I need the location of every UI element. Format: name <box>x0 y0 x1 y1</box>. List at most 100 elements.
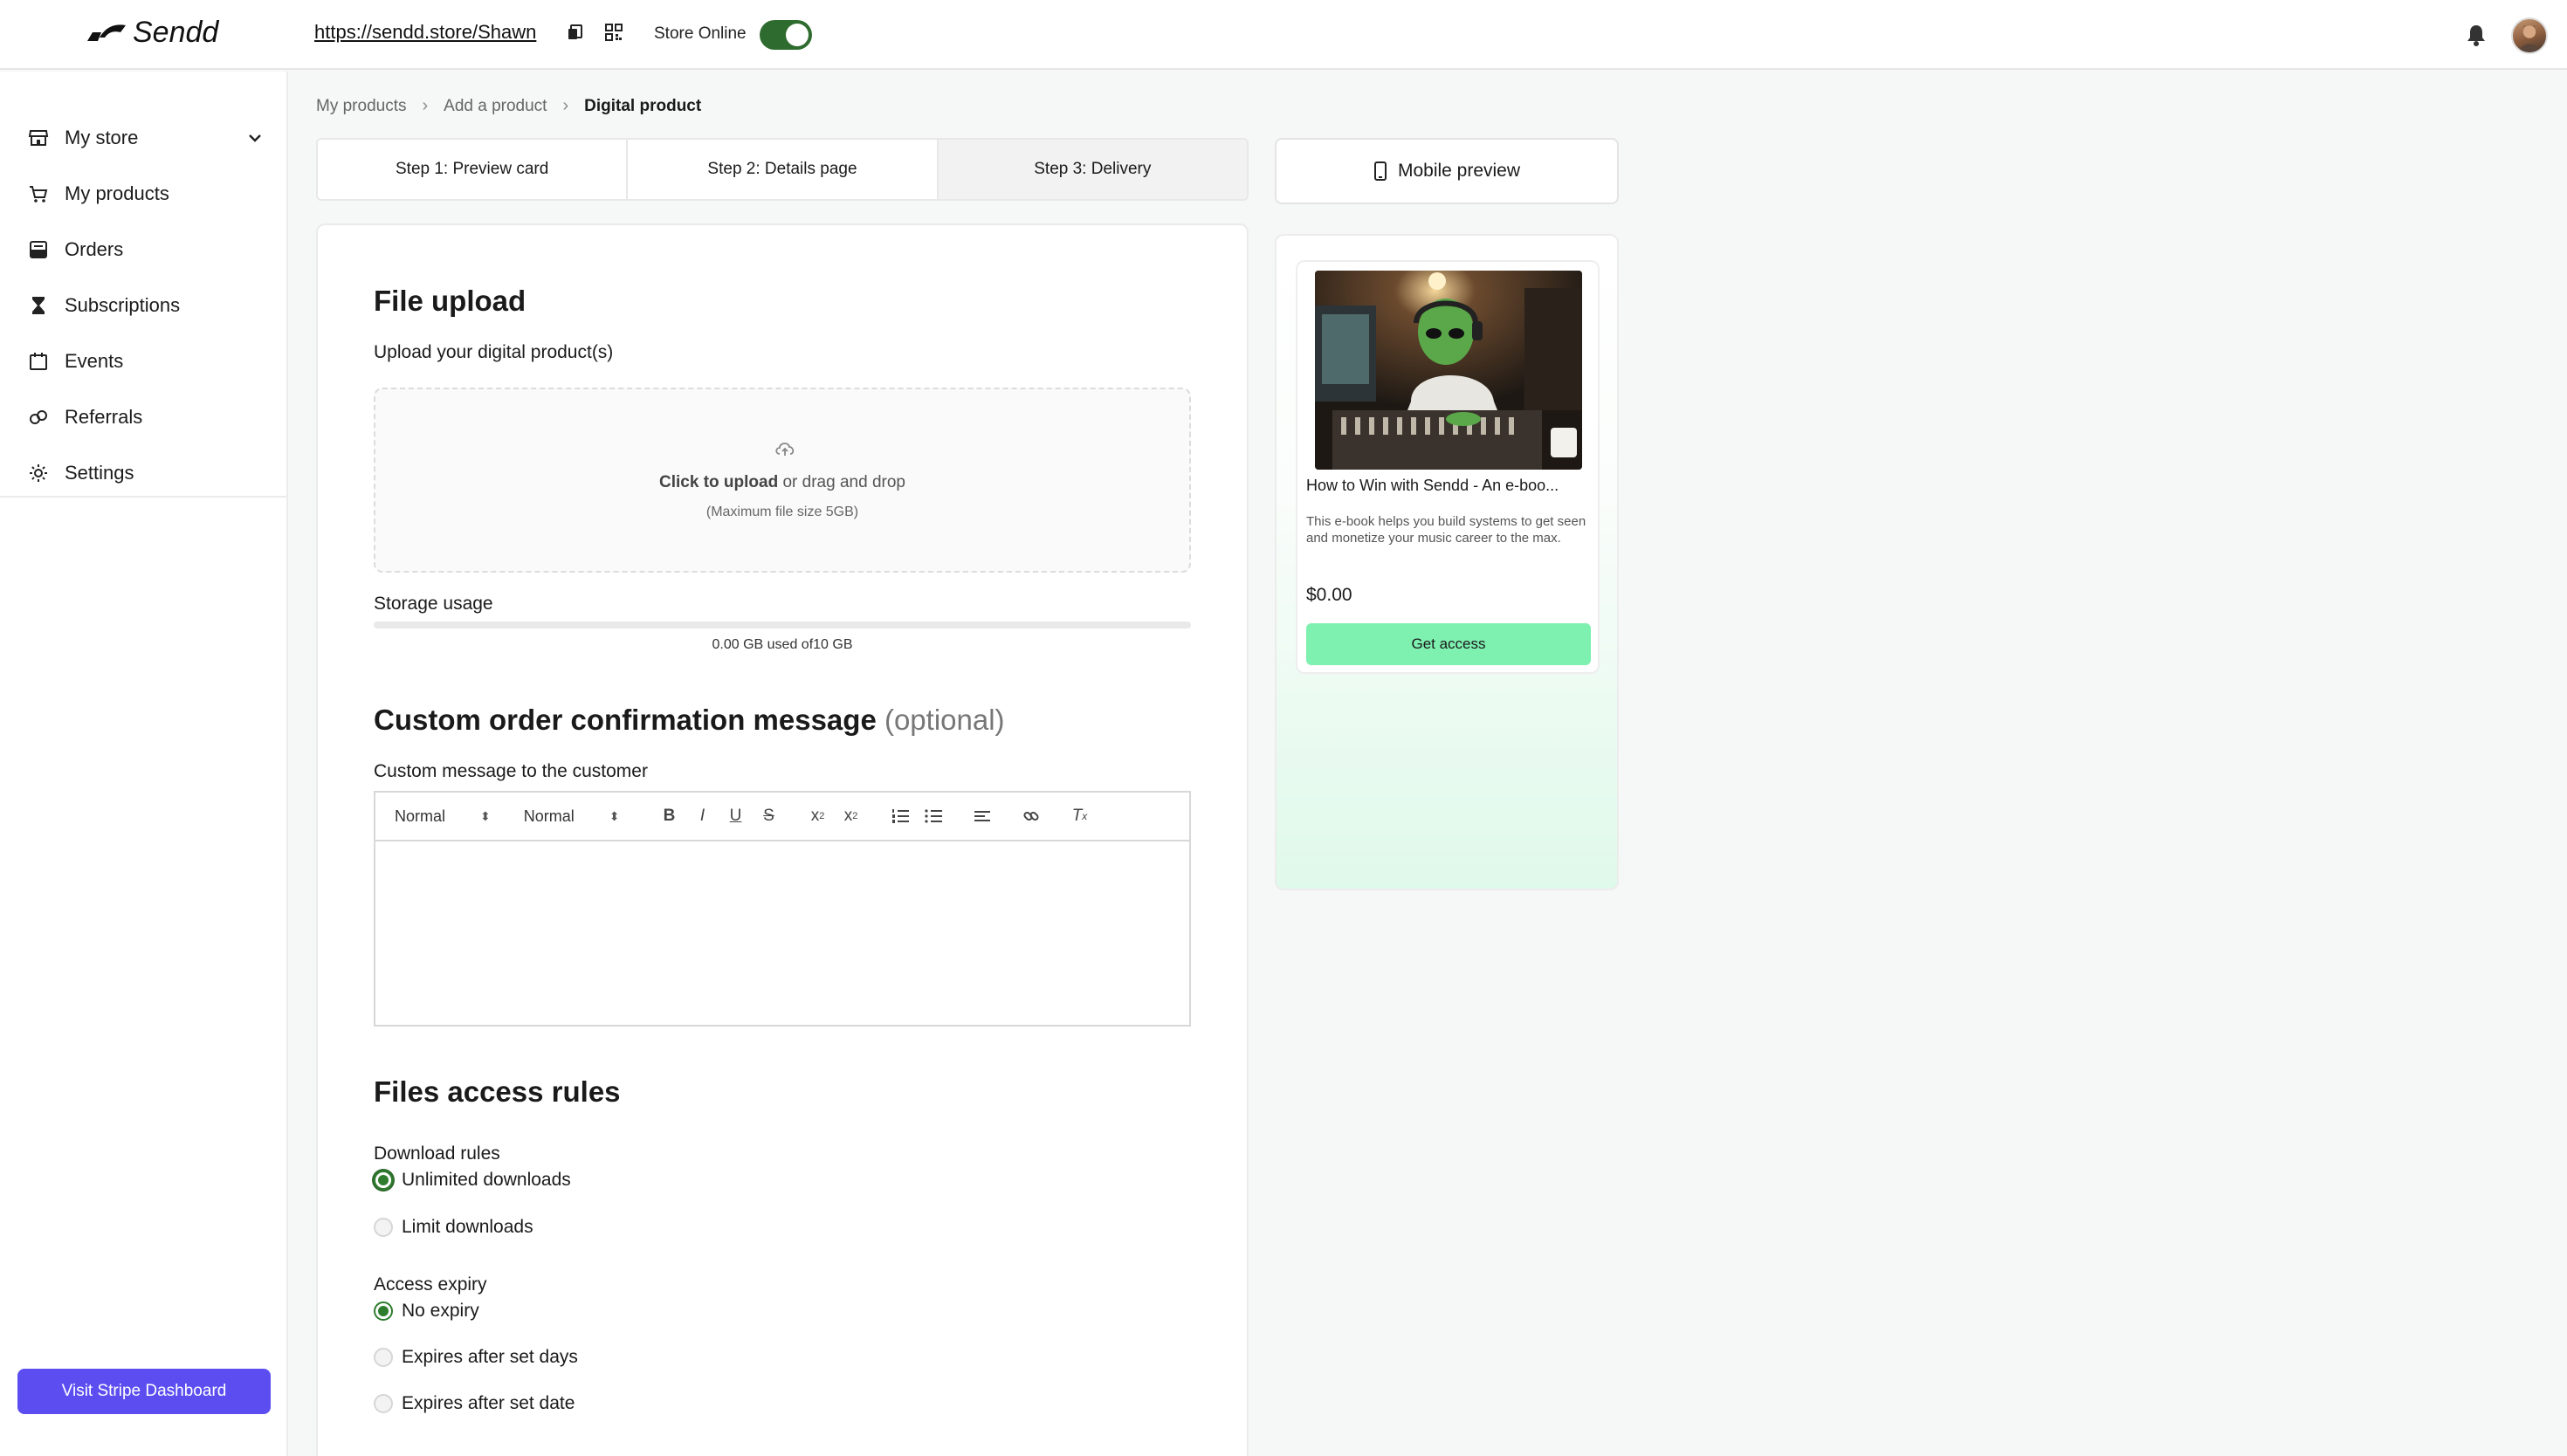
sidebar-item-label: Orders <box>65 238 124 260</box>
sidebar-item-label: Referrals <box>65 406 143 428</box>
bullet-list-icon[interactable] <box>917 803 950 829</box>
italic-icon[interactable]: I <box>686 803 719 829</box>
store-online-label: Store Online <box>654 24 747 43</box>
sidebar-item-referrals[interactable]: Referrals <box>28 400 264 435</box>
sidebar-item-label: Settings <box>65 462 134 484</box>
radio-label: Expires after set days <box>402 1347 578 1367</box>
radio-label: No expiry <box>402 1301 479 1321</box>
sidebar-item-settings[interactable]: Settings <box>28 456 264 491</box>
visit-stripe-dashboard-button[interactable]: Visit Stripe Dashboard <box>17 1369 271 1414</box>
custom-message-label: Custom message to the customer <box>374 761 648 781</box>
radio-button[interactable] <box>374 1394 393 1413</box>
breadcrumb-my-products[interactable]: My products <box>316 97 406 116</box>
step-tabs: Step 1: Preview card Step 2: Details pag… <box>316 138 1249 201</box>
get-access-button[interactable]: Get access <box>1306 623 1591 665</box>
max-file-size-text: (Maximum file size 5GB) <box>705 505 859 519</box>
bold-icon[interactable]: B <box>653 803 686 829</box>
font-select-value: Normal <box>395 807 446 825</box>
store-url-link[interactable]: https://sendd.store/Shawn <box>314 21 536 44</box>
radio-button[interactable] <box>374 1348 393 1367</box>
radio-expires-set-date[interactable]: Expires after set date <box>374 1393 575 1414</box>
breadcrumb: My products › Add a product › Digital pr… <box>316 96 701 116</box>
cloud-upload-icon <box>775 443 795 456</box>
select-arrows-icon: ⬍ <box>609 808 620 823</box>
radio-label: Limit downloads <box>402 1217 533 1237</box>
user-avatar[interactable] <box>2511 17 2548 54</box>
breadcrumb-add-product[interactable]: Add a product <box>444 97 547 116</box>
storage-usage-label: Storage usage <box>374 594 493 614</box>
sidebar-divider <box>0 496 288 498</box>
tab-step-2[interactable]: Step 2: Details page <box>628 140 939 199</box>
qr-code-icon[interactable] <box>604 23 623 42</box>
access-rules-heading: Files access rules <box>374 1075 621 1108</box>
sidebar: My store My products Orders Subscription… <box>0 72 288 1456</box>
mobile-preview-label: Mobile preview <box>1397 161 1521 181</box>
card-price: $0.00 <box>1306 585 1352 605</box>
file-upload-dropzone[interactable]: Click to upload or drag and drop (Maximu… <box>374 388 1191 573</box>
sidebar-item-subscriptions[interactable]: Subscriptions <box>28 288 264 323</box>
radio-limit-downloads[interactable]: Limit downloads <box>374 1217 533 1238</box>
radio-button[interactable] <box>374 1171 393 1190</box>
notification-bell-icon[interactable] <box>2466 24 2487 46</box>
gear-icon <box>30 464 47 482</box>
underline-icon[interactable]: U <box>719 803 753 829</box>
sidebar-item-my-products[interactable]: My products <box>28 176 264 211</box>
link-icon[interactable] <box>1015 803 1048 829</box>
mobile-preview-frame: How to Win with Sendd - An e-boo... This… <box>1275 234 1619 890</box>
sidebar-item-label: Subscriptions <box>65 294 181 316</box>
storefront-icon <box>28 130 49 146</box>
top-bar: Sendd https://sendd.store/Shawn Store On… <box>0 0 2567 70</box>
radio-expires-set-days[interactable]: Expires after set days <box>374 1347 578 1368</box>
file-upload-heading: File upload <box>374 285 526 317</box>
superscript-icon[interactable]: x2 <box>835 803 868 829</box>
storage-progress-bar <box>374 622 1191 628</box>
radio-button[interactable] <box>374 1218 393 1237</box>
delivery-form-panel: File upload Upload your digital product(… <box>316 223 1249 1456</box>
copy-icon[interactable] <box>566 23 585 42</box>
storage-usage-text: 0.00 GB used of10 GB <box>712 637 853 652</box>
tab-step-1[interactable]: Step 1: Preview card <box>318 140 629 199</box>
confirmation-heading-text: Custom order confirmation message <box>374 704 877 736</box>
confirmation-heading: Custom order confirmation message (optio… <box>374 704 1005 737</box>
upload-instructions: Click to upload or drag and drop <box>375 473 1189 492</box>
radio-unlimited-downloads[interactable]: Unlimited downloads <box>374 1170 571 1191</box>
breadcrumb-current: Digital product <box>584 96 702 115</box>
link-icon <box>30 410 47 424</box>
select-arrows-icon: ⬍ <box>480 808 491 823</box>
tab-step-3[interactable]: Step 3: Delivery <box>938 140 1247 199</box>
click-to-upload-link[interactable]: Click to upload <box>659 473 778 491</box>
store-online-toggle[interactable] <box>760 20 812 50</box>
ordered-list-icon[interactable] <box>884 803 917 829</box>
size-select-value: Normal <box>523 807 575 825</box>
mobile-preview-button[interactable]: Mobile preview <box>1275 138 1619 204</box>
strikethrough-icon[interactable]: S <box>753 803 786 829</box>
editor-toolbar: Normal ⬍ Normal ⬍ B I U S x2 x2 Tx <box>375 793 1189 841</box>
phone-icon <box>1373 161 1387 181</box>
drag-drop-text: or drag and drop <box>778 473 905 491</box>
logo-mark-icon <box>86 20 127 46</box>
sidebar-item-orders[interactable]: Orders <box>28 232 264 267</box>
radio-button[interactable] <box>374 1301 393 1321</box>
sidebar-item-my-store[interactable]: My store <box>28 120 264 155</box>
sidebar-item-label: My store <box>65 127 139 148</box>
sidebar-item-events[interactable]: Events <box>28 344 264 379</box>
calendar-icon <box>30 353 47 370</box>
radio-label: Unlimited downloads <box>402 1170 571 1190</box>
optional-tag: (optional) <box>884 704 1005 736</box>
toggle-knob <box>786 24 809 46</box>
sidebar-item-label: My products <box>65 182 169 204</box>
logo[interactable]: Sendd <box>86 16 218 50</box>
radio-no-expiry[interactable]: No expiry <box>374 1301 479 1322</box>
align-icon[interactable] <box>966 803 999 829</box>
sidebar-item-label: Events <box>65 350 124 372</box>
chevron-down-icon[interactable] <box>246 129 264 147</box>
size-select[interactable]: Normal ⬍ <box>524 807 620 826</box>
font-select[interactable]: Normal ⬍ <box>395 807 491 826</box>
product-cover-image <box>1315 271 1582 470</box>
subscript-icon[interactable]: x2 <box>802 803 835 829</box>
access-expiry-label: Access expiry <box>374 1274 487 1295</box>
orders-icon <box>30 241 47 258</box>
chevron-right-icon: › <box>562 96 569 115</box>
clear-format-icon[interactable]: Tx <box>1063 803 1097 829</box>
radio-label: Expires after set date <box>402 1393 575 1413</box>
